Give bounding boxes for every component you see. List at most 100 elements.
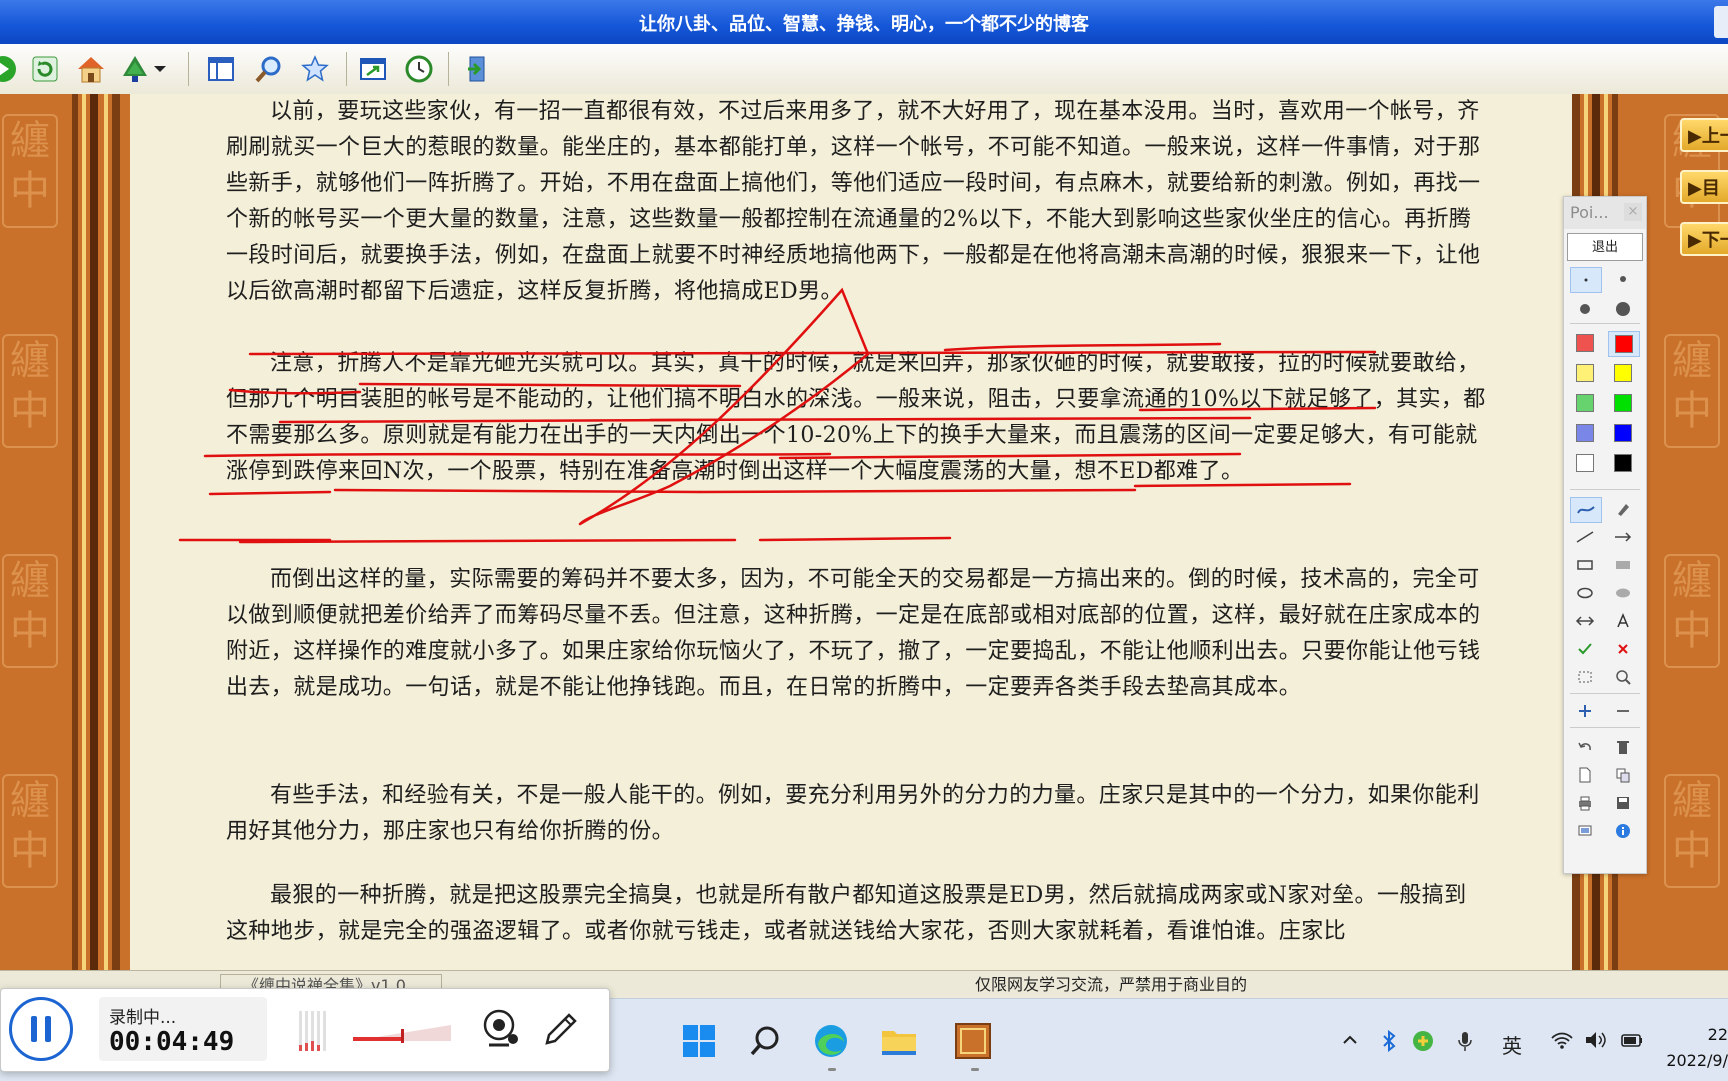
tray-overflow-chevron-icon[interactable] (1340, 1030, 1360, 1055)
pen-size-l[interactable] (1608, 297, 1638, 321)
webcam-icon[interactable] (479, 1007, 521, 1053)
double-arrow-tool-icon[interactable] (1570, 609, 1600, 633)
pen-underline (248, 350, 1377, 356)
bluetooth-icon[interactable] (1380, 1029, 1398, 1057)
next-chapter-button[interactable]: ▶下一 (1680, 222, 1728, 256)
home-icon[interactable] (74, 52, 108, 86)
color-swatch[interactable] (1608, 361, 1638, 385)
wifi-icon[interactable] (1550, 1030, 1574, 1055)
pen-size-m[interactable] (1570, 297, 1600, 321)
pen-underline (358, 382, 742, 388)
go-forward-icon[interactable] (0, 52, 20, 86)
window-controls[interactable] (1714, 6, 1728, 38)
exit-icon[interactable] (462, 52, 496, 86)
security-shield-icon[interactable] (1412, 1030, 1434, 1057)
favorite-star-icon[interactable] (298, 52, 332, 86)
rectangle-tool-icon[interactable] (1570, 553, 1600, 577)
history-icon[interactable] (402, 52, 436, 86)
pen-check-mark (578, 287, 870, 526)
color-swatch[interactable] (1608, 391, 1638, 415)
color-swatch-fill (1614, 424, 1632, 442)
freehand-pen-icon[interactable] (1570, 497, 1602, 523)
save-icon[interactable] (1608, 791, 1638, 815)
system-clock[interactable]: 22 2022/9/ (1666, 1022, 1728, 1074)
trash-icon[interactable] (1608, 735, 1638, 759)
pen-underline (698, 488, 1137, 494)
filled-ellipse-tool-icon[interactable] (1608, 581, 1638, 605)
input-method-indicator[interactable]: 英 (1502, 1030, 1522, 1059)
palette-exit-button[interactable]: 退出 (1567, 233, 1643, 261)
color-swatch[interactable] (1570, 331, 1600, 355)
color-swatch-fill (1576, 424, 1594, 442)
zoom-in-icon[interactable] (1570, 699, 1600, 723)
table-of-contents-button[interactable]: ▶目 (1680, 170, 1728, 204)
microphone-icon[interactable] (1456, 1030, 1474, 1057)
start-windows-icon[interactable] (678, 1020, 720, 1062)
pause-recording-button[interactable] (9, 997, 73, 1061)
seal-watermark: 纏中 (1664, 554, 1720, 668)
arrow-tool-icon[interactable] (1608, 525, 1638, 549)
color-swatch[interactable] (1570, 421, 1600, 445)
copy-icon[interactable] (1608, 763, 1638, 787)
pen-size-xs[interactable] (1570, 267, 1602, 293)
pen-underline (208, 490, 332, 496)
color-swatch[interactable] (1608, 331, 1640, 357)
pen-size-s[interactable] (1608, 267, 1638, 291)
screen-icon[interactable] (1570, 819, 1600, 843)
prev-chapter-button[interactable]: ▶上一 (1680, 118, 1728, 152)
annotate-pencil-icon[interactable] (541, 1009, 581, 1053)
refresh-icon[interactable] (28, 52, 62, 86)
title-bar: 让你八卦、品位、智慧、挣钱、明心，一个都不少的博客 (0, 0, 1728, 44)
pen-underline (1133, 482, 1352, 488)
seal-watermark: 纏中 (1664, 334, 1720, 448)
battery-icon[interactable] (1620, 1030, 1644, 1055)
audio-level-meter-icon (297, 1011, 327, 1055)
recording-status-panel: 录制中... 00:04:49 (99, 997, 267, 1061)
zoom-out-icon[interactable] (1608, 699, 1638, 723)
seal-watermark: 纏中 (2, 554, 58, 668)
pen-underline (943, 342, 1222, 352)
window-icon[interactable] (356, 52, 390, 86)
pen-underline (758, 536, 952, 542)
print-icon[interactable] (1570, 791, 1600, 815)
filled-rectangle-tool-icon[interactable] (1608, 553, 1638, 577)
recording-timer: 00:04:49 (109, 1027, 235, 1057)
cross-tool-icon[interactable] (1608, 637, 1638, 661)
info-icon[interactable] (1608, 819, 1638, 843)
text-tool-icon[interactable] (1608, 609, 1638, 633)
edge-browser-icon[interactable] (810, 1020, 852, 1062)
layout-icon[interactable] (204, 52, 238, 86)
ellipse-tool-icon[interactable] (1570, 581, 1600, 605)
seal-watermark: 纏中 (2, 774, 58, 888)
color-swatch-fill (1576, 334, 1594, 352)
highlighter-icon[interactable] (1608, 497, 1638, 521)
file-explorer-icon[interactable] (878, 1020, 920, 1062)
undo-icon[interactable] (1570, 735, 1600, 759)
zoom-tool-icon[interactable] (1608, 665, 1638, 689)
search-icon[interactable] (252, 52, 286, 86)
select-area-icon[interactable] (1570, 665, 1600, 689)
line-tool-icon[interactable] (1570, 525, 1600, 549)
pen-annotations (178, 287, 1377, 544)
color-swatch[interactable] (1570, 391, 1600, 415)
tree-icon[interactable] (118, 52, 152, 86)
color-swatch-fill (1615, 335, 1633, 353)
color-swatch[interactable] (1570, 361, 1600, 385)
dropdown-arrow-icon[interactable] (150, 52, 170, 86)
volume-icon[interactable] (1584, 1030, 1608, 1055)
seal-watermark: 纏中 (2, 334, 58, 448)
pointer-palette: Poi... × 退出 (1563, 196, 1647, 874)
color-swatch[interactable] (1608, 451, 1638, 475)
palette-close-button[interactable]: × (1624, 203, 1642, 221)
new-page-icon[interactable] (1570, 763, 1600, 787)
color-swatch-fill (1576, 394, 1594, 412)
color-swatch-fill (1576, 454, 1594, 472)
pen-underline (1138, 406, 1377, 412)
volume-slider[interactable] (351, 1023, 455, 1047)
checkmark-tool-icon[interactable] (1570, 637, 1600, 661)
color-swatch[interactable] (1570, 451, 1600, 475)
color-swatch[interactable] (1608, 421, 1638, 445)
pen-underline (648, 416, 1252, 422)
chanzhong-app-icon[interactable] (952, 1020, 994, 1062)
taskbar-search-icon[interactable] (744, 1020, 786, 1062)
